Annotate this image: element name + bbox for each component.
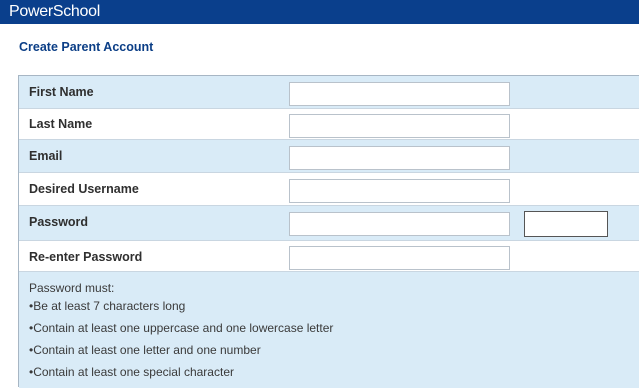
password-rule-item: •Contain at least one special character — [29, 365, 234, 379]
last-name-input[interactable] — [289, 114, 510, 138]
password-rule-item: •Contain at least one letter and one num… — [29, 343, 261, 357]
powerschool-logo[interactable]: PowerSchool — [9, 2, 100, 22]
last-name-label: Last Name — [29, 117, 93, 131]
form-row-email: Email — [19, 140, 639, 172]
password-rule-item: •Contain at least one uppercase and one … — [29, 321, 334, 335]
top-header-bar: PowerSchool — [0, 0, 639, 24]
email-label: Email — [29, 149, 63, 163]
first-name-input[interactable] — [289, 82, 510, 106]
reenter-password-input[interactable] — [289, 246, 510, 270]
password-requirements: Password must: •Be at least 7 characters… — [19, 272, 639, 388]
form-row-last-name: Last Name — [19, 108, 639, 140]
reenter-password-label: Re-enter Password — [29, 250, 143, 264]
form-row-desired-username: Desired Username — [19, 172, 639, 206]
form-row-reenter-password: Re-enter Password — [19, 240, 639, 272]
password-requirements-heading: Password must: — [29, 281, 115, 295]
page-title: Create Parent Account — [19, 40, 154, 54]
password-input[interactable] — [289, 212, 510, 236]
password-strength-box — [524, 211, 608, 237]
email-input[interactable] — [289, 146, 510, 170]
first-name-label: First Name — [29, 85, 94, 99]
create-account-form: First Name Last Name Email Desired Usern… — [18, 75, 639, 388]
desired-username-input[interactable] — [289, 179, 510, 203]
form-row-first-name: First Name — [19, 76, 639, 108]
password-label: Password — [29, 215, 89, 229]
password-rule-item: •Be at least 7 characters long — [29, 299, 186, 313]
desired-username-label: Desired Username — [29, 182, 139, 196]
